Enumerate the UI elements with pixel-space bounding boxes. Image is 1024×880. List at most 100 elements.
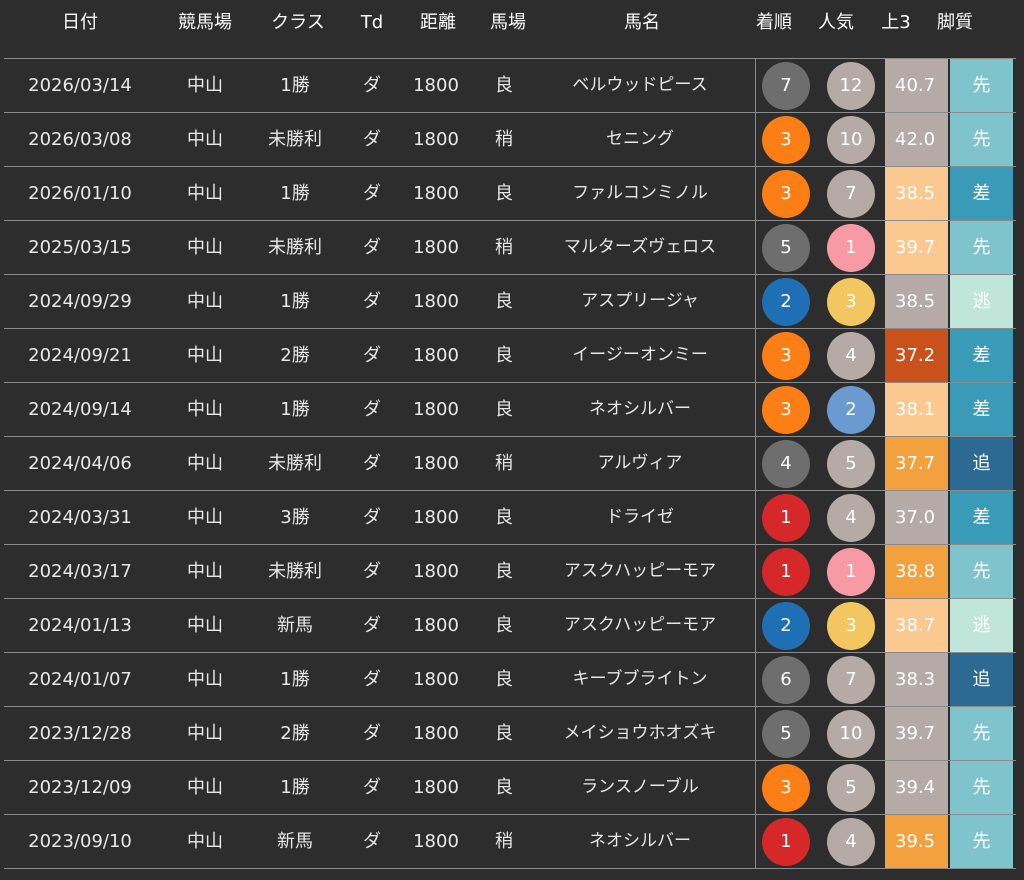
race-distance: 1800 bbox=[413, 723, 459, 744]
race-class: 未勝利 bbox=[268, 129, 322, 150]
last-3f-time: 38.7 bbox=[885, 599, 948, 652]
header-finish: 着順 bbox=[756, 12, 792, 33]
track-condition: 良 bbox=[495, 507, 513, 528]
race-distance: 1800 bbox=[413, 561, 459, 582]
column-divider bbox=[755, 275, 756, 328]
track-condition: 良 bbox=[495, 345, 513, 366]
track-name: 中山 bbox=[187, 399, 223, 420]
popularity-badge: 5 bbox=[827, 764, 875, 812]
race-distance: 1800 bbox=[413, 129, 459, 150]
header-popularity: 人気 bbox=[818, 12, 854, 33]
race-distance: 1800 bbox=[413, 453, 459, 474]
column-divider bbox=[755, 221, 756, 274]
header-track: 競馬場 bbox=[178, 12, 232, 33]
table-row[interactable]: 2024/09/21 中山 2勝 ダ 1800 良 イージーオンミー 3 4 37.2 差 bbox=[4, 329, 1016, 383]
horse-name: アスクハッピーモア bbox=[563, 561, 717, 581]
column-divider bbox=[755, 383, 756, 436]
track-condition: 良 bbox=[495, 291, 513, 312]
last-3f-time: 38.3 bbox=[885, 653, 948, 706]
track-condition: 良 bbox=[495, 669, 513, 690]
table-row[interactable]: 2023/09/10 中山 新馬 ダ 1800 稍 ネオシルバー 1 4 39.5 先 bbox=[4, 815, 1016, 869]
column-divider bbox=[755, 167, 756, 220]
track-name: 中山 bbox=[187, 777, 223, 798]
horse-name: マルターズヴェロス bbox=[563, 237, 717, 257]
surface-type: ダ bbox=[363, 561, 381, 582]
horse-name: アルヴィア bbox=[597, 453, 683, 473]
horse-name: セニング bbox=[606, 129, 674, 149]
race-class: 未勝利 bbox=[268, 237, 322, 258]
last-3f-time: 38.8 bbox=[885, 545, 948, 598]
popularity-badge: 5 bbox=[827, 440, 875, 488]
column-divider bbox=[755, 761, 756, 814]
race-date: 2024/01/13 bbox=[28, 615, 132, 636]
surface-type: ダ bbox=[363, 345, 381, 366]
table-row[interactable]: 2026/03/08 中山 未勝利 ダ 1800 稍 セニング 3 10 42.0 先 bbox=[4, 113, 1016, 167]
table-row[interactable]: 2024/01/07 中山 1勝 ダ 1800 良 キーブブライトン 6 7 38.3 追 bbox=[4, 653, 1016, 707]
finish-position-badge: 1 bbox=[762, 548, 810, 596]
table-row[interactable]: 2024/09/29 中山 1勝 ダ 1800 良 アスプリージャ 2 3 38.5 逃 bbox=[4, 275, 1016, 329]
track-condition: 稍 bbox=[495, 453, 513, 474]
popularity-badge: 4 bbox=[827, 818, 875, 866]
horse-name: アスプリージャ bbox=[581, 291, 699, 311]
running-style-badge: 逃 bbox=[950, 599, 1013, 652]
track-name: 中山 bbox=[187, 615, 223, 636]
track-condition: 良 bbox=[495, 561, 513, 582]
finish-position-badge: 2 bbox=[762, 602, 810, 650]
table-row[interactable]: 2023/12/28 中山 2勝 ダ 1800 良 メイショウホオズキ 5 10 39.7 先 bbox=[4, 707, 1016, 761]
track-name: 中山 bbox=[187, 183, 223, 204]
last-3f-time: 39.4 bbox=[885, 761, 948, 814]
finish-position-badge: 5 bbox=[762, 224, 810, 272]
running-style-badge: 追 bbox=[950, 653, 1013, 706]
race-date: 2024/01/07 bbox=[28, 669, 132, 690]
horse-name: ネオシルバー bbox=[589, 831, 691, 851]
surface-type: ダ bbox=[363, 831, 381, 852]
table-row[interactable]: 2023/12/09 中山 1勝 ダ 1800 良 ランスノーブル 3 5 39.4 先 bbox=[4, 761, 1016, 815]
running-style-badge: 逃 bbox=[950, 275, 1013, 328]
finish-position-badge: 1 bbox=[762, 818, 810, 866]
race-date: 2024/04/06 bbox=[28, 453, 132, 474]
race-distance: 1800 bbox=[413, 345, 459, 366]
race-class: 1勝 bbox=[280, 183, 310, 204]
surface-type: ダ bbox=[363, 615, 381, 636]
table-row[interactable]: 2024/09/14 中山 1勝 ダ 1800 良 ネオシルバー 3 2 38.1 差 bbox=[4, 383, 1016, 437]
race-class: 未勝利 bbox=[268, 453, 322, 474]
race-date: 2026/03/14 bbox=[28, 75, 132, 96]
race-distance: 1800 bbox=[413, 669, 459, 690]
finish-position-badge: 6 bbox=[762, 656, 810, 704]
horse-name: アスクハッピーモア bbox=[563, 615, 717, 635]
header-class: クラス bbox=[271, 12, 325, 33]
race-class: 2勝 bbox=[280, 345, 310, 366]
table-row[interactable]: 2025/03/15 中山 未勝利 ダ 1800 稍 マルターズヴェロス 5 1 39.7 先 bbox=[4, 221, 1016, 275]
table-row[interactable]: 2024/03/31 中山 3勝 ダ 1800 良 ドライゼ 1 4 37.0 差 bbox=[4, 491, 1016, 545]
popularity-badge: 4 bbox=[827, 332, 875, 380]
surface-type: ダ bbox=[363, 75, 381, 96]
table-row[interactable]: 2024/01/13 中山 新馬 ダ 1800 良 アスクハッピーモア 2 3 38.7 逃 bbox=[4, 599, 1016, 653]
header-distance: 距離 bbox=[420, 12, 456, 33]
table-row[interactable]: 2024/04/06 中山 未勝利 ダ 1800 稍 アルヴィア 4 5 37.7 追 bbox=[4, 437, 1016, 491]
finish-position-badge: 5 bbox=[762, 710, 810, 758]
race-distance: 1800 bbox=[413, 831, 459, 852]
running-style-badge: 差 bbox=[950, 383, 1013, 436]
popularity-badge: 10 bbox=[827, 710, 875, 758]
last-3f-time: 39.5 bbox=[885, 815, 948, 868]
table-row[interactable]: 2026/01/10 中山 1勝 ダ 1800 良 ファルコンミノル 3 7 38.5 差 bbox=[4, 167, 1016, 221]
race-distance: 1800 bbox=[413, 507, 459, 528]
finish-position-badge: 3 bbox=[762, 764, 810, 812]
track-name: 中山 bbox=[187, 345, 223, 366]
running-style-badge: 先 bbox=[950, 545, 1013, 598]
race-class: 3勝 bbox=[280, 507, 310, 528]
race-class: 新馬 bbox=[277, 615, 313, 636]
column-divider bbox=[755, 113, 756, 166]
track-name: 中山 bbox=[187, 561, 223, 582]
column-divider bbox=[755, 653, 756, 706]
header-last3f: 上3 bbox=[881, 12, 911, 33]
header-style: 脚質 bbox=[937, 12, 973, 33]
running-style-badge: 先 bbox=[950, 59, 1013, 112]
table-row[interactable]: 2024/03/17 中山 未勝利ダ 1800 良アスクハッピーモア 1 1 38.8 先 bbox=[4, 545, 1016, 599]
surface-type: ダ bbox=[363, 183, 381, 204]
table-row[interactable]: 2026/03/14 中山 1勝 ダ 1800 良 ベルウッドピース 7 12 40.7 先 bbox=[4, 58, 1016, 113]
race-date: 2024/03/17 bbox=[28, 561, 132, 582]
track-condition: 良 bbox=[495, 777, 513, 798]
surface-type: ダ bbox=[363, 291, 381, 312]
track-name: 中山 bbox=[187, 669, 223, 690]
